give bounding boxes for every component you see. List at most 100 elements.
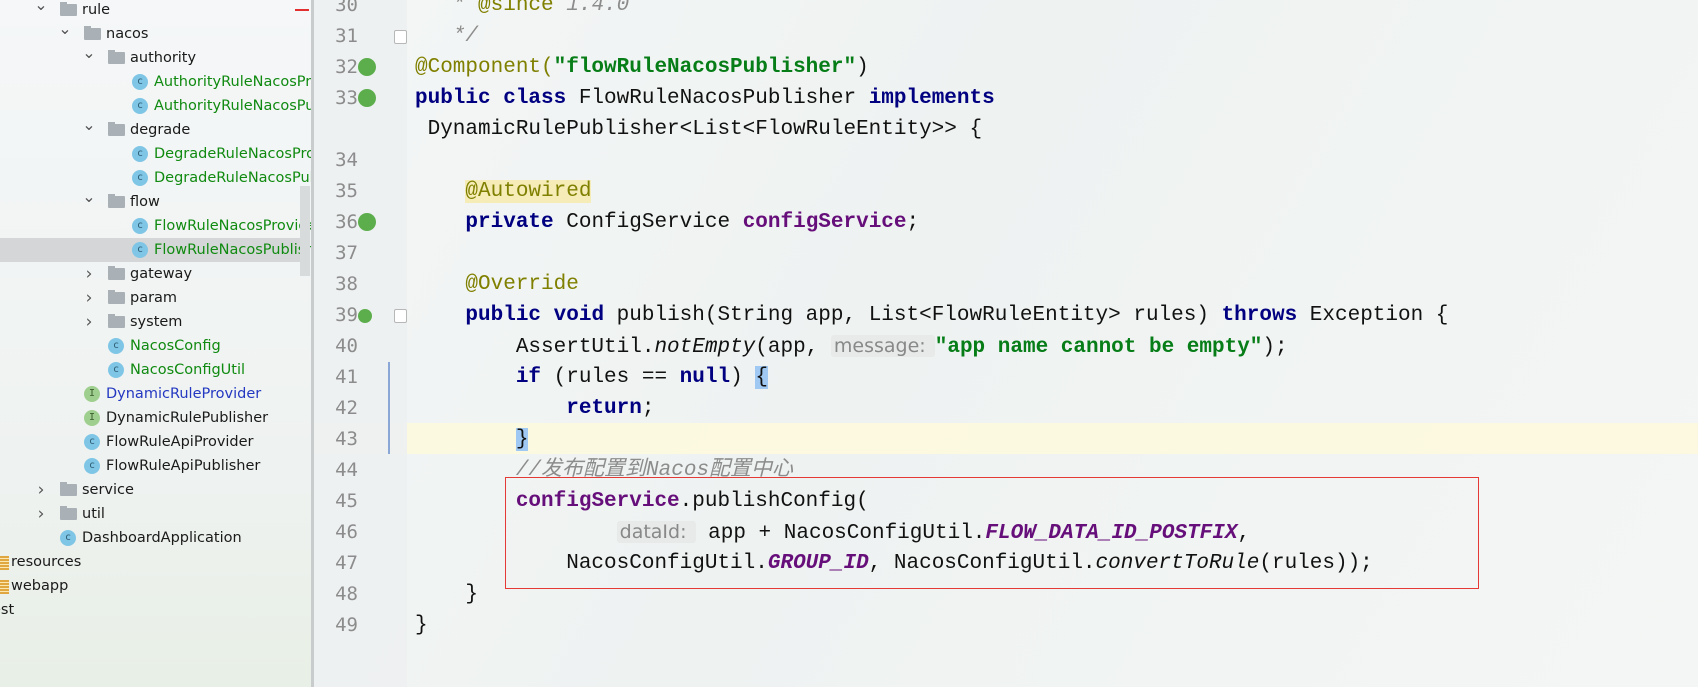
code-line[interactable]: } xyxy=(415,579,478,610)
tree-item-dynamicrulepublisher[interactable]: I DynamicRulePublisher xyxy=(0,406,311,430)
code-token: ; xyxy=(641,397,655,420)
code-line[interactable]: private ConfigService configService; xyxy=(415,207,919,238)
tree-item-gateway[interactable]: › gateway xyxy=(0,262,311,286)
tree-item-label: AuthorityRuleNacosPublisher xyxy=(154,98,311,114)
line-number: 30 xyxy=(335,0,358,16)
class-icon: c xyxy=(132,98,148,114)
fold-marker-icon[interactable] xyxy=(394,30,407,44)
tree-item-nacosconfig[interactable]: c NacosConfig xyxy=(0,334,311,358)
tree-item-label: DegradeRuleNacosProvider xyxy=(154,146,311,162)
code-token: @Component( xyxy=(415,56,554,79)
chevron-right-icon[interactable]: › xyxy=(82,262,96,286)
class-icon: c xyxy=(132,218,148,234)
code-token: "flowRuleNacosPublisher" xyxy=(553,56,857,79)
autowired-icon[interactable] xyxy=(358,213,376,231)
code-line[interactable]: public void publish(String app, List<Flo… xyxy=(415,300,1448,331)
tree-item-label: DegradeRuleNacosPublisher xyxy=(154,170,311,186)
tree-item-label: AuthorityRuleNacosProvider xyxy=(154,74,311,90)
tree-item-flowrulenacospublisher[interactable]: c FlowRuleNacosPublisher xyxy=(0,238,311,262)
tree-item-authorityrulenacospublisher[interactable]: c AuthorityRuleNacosPublisher xyxy=(0,94,311,118)
vcs-change-marker[interactable] xyxy=(388,362,390,454)
tree-item-resources[interactable]: resources xyxy=(0,550,311,574)
tree-item-label: FlowRuleApiProvider xyxy=(106,434,254,450)
line-number: 32 xyxy=(335,56,358,78)
tree-item-degrade[interactable]: ⌄ degrade xyxy=(0,115,311,142)
code-line[interactable]: AssertUtil.notEmpty(app, message: "app n… xyxy=(415,331,1288,362)
bean-icon[interactable] xyxy=(358,58,376,76)
tree-item-nacos[interactable]: ⌄ nacos xyxy=(0,19,311,46)
chevron-down-icon[interactable]: ⌄ xyxy=(34,0,48,17)
code-token: FlowRuleNacosPublisher xyxy=(578,87,869,110)
tree-item-webapp[interactable]: webapp xyxy=(0,574,311,598)
folder-icon xyxy=(108,50,125,64)
tree-item-nacosconfigutil[interactable]: c NacosConfigUtil xyxy=(0,358,311,382)
code-line[interactable]: * @since 1.4.0 xyxy=(415,0,629,21)
tree-item-flow[interactable]: ⌄ flow xyxy=(0,187,311,214)
code-line[interactable]: } xyxy=(415,610,428,641)
tree-item-label: system xyxy=(130,314,183,330)
implements-method-icon[interactable] xyxy=(358,309,372,323)
tree-item-label: gateway xyxy=(130,266,193,282)
tree-item-authority[interactable]: ⌄ authority xyxy=(0,43,311,70)
chevron-down-icon[interactable]: ⌄ xyxy=(82,185,96,209)
tree-item-flowrulenacosprovider[interactable]: c FlowRuleNacosProvider xyxy=(0,214,311,238)
code-line[interactable]: if (rules == null) { xyxy=(415,362,768,393)
code-token: public class xyxy=(415,87,579,110)
code-line[interactable]: @Override xyxy=(415,269,578,300)
code-line[interactable]: } xyxy=(415,424,529,455)
code-line[interactable]: */ xyxy=(415,21,478,52)
tree-item-rule[interactable]: ⌄ rule xyxy=(0,0,311,22)
tree-item-est[interactable]: est xyxy=(0,598,311,622)
tree-item-authorityrulenacosprovider[interactable]: c AuthorityRuleNacosProvider xyxy=(0,70,311,94)
tree-item-label: service xyxy=(82,482,134,498)
tree-item-label: param xyxy=(130,290,178,306)
tree-item-system[interactable]: › system xyxy=(0,310,311,334)
tree-item-service[interactable]: › service xyxy=(0,478,311,502)
line-number: 37 xyxy=(335,242,358,264)
line-number: 38 xyxy=(335,273,358,295)
tree-item-param[interactable]: › param xyxy=(0,286,311,310)
tree-item-degraderulenacospublisher[interactable]: c DegradeRuleNacosPublisher xyxy=(0,166,311,190)
resources-folder-icon xyxy=(0,556,9,570)
chevron-right-icon[interactable]: › xyxy=(34,478,48,502)
fold-marker-icon[interactable] xyxy=(394,309,407,323)
code-token: return xyxy=(566,397,642,420)
folder-icon xyxy=(108,290,125,304)
tree-item-label: est xyxy=(0,602,15,618)
chevron-down-icon[interactable]: ⌄ xyxy=(82,41,96,65)
chevron-down-icon[interactable]: ⌄ xyxy=(58,17,72,41)
code-line[interactable]: DynamicRulePublisher<List<FlowRuleEntity… xyxy=(415,114,983,145)
code-line[interactable]: public class FlowRuleNacosPublisher impl… xyxy=(415,83,995,114)
folder-icon xyxy=(108,122,125,136)
line-number: 43 xyxy=(335,428,358,450)
code-line[interactable]: @Autowired xyxy=(415,176,592,207)
folder-icon xyxy=(60,482,77,496)
tree-item-label: webapp xyxy=(11,578,69,594)
tree-item-util[interactable]: › util xyxy=(0,502,311,526)
tree-item-label: FlowRuleNacosProvider xyxy=(154,218,311,234)
line-number: 47 xyxy=(335,552,358,574)
chevron-down-icon[interactable]: ⌄ xyxy=(82,113,96,137)
code-token: * xyxy=(415,0,479,17)
code-token: ; xyxy=(906,211,920,234)
code-token: ConfigService xyxy=(566,211,743,234)
tree-item-dynamicruleprovider[interactable]: I DynamicRuleProvider xyxy=(0,382,311,406)
folder-icon xyxy=(108,266,125,280)
tree-item-dashboardapplication[interactable]: c DashboardApplication xyxy=(0,526,311,550)
sidebar-scrollbar[interactable] xyxy=(300,186,310,276)
chevron-right-icon[interactable]: › xyxy=(82,286,96,310)
chevron-right-icon[interactable]: › xyxy=(34,502,48,526)
tree-item-label: NacosConfig xyxy=(130,338,221,354)
tree-item-flowruleapiprovider[interactable]: c FlowRuleApiProvider xyxy=(0,430,311,454)
class-icon: c xyxy=(132,170,148,186)
tree-item-flowruleapipublisher[interactable]: c FlowRuleApiPublisher xyxy=(0,454,311,478)
tree-item-degraderulenacosprovider[interactable]: c DegradeRuleNacosProvider xyxy=(0,142,311,166)
bean-class-icon[interactable] xyxy=(358,89,376,107)
code-line[interactable]: return; xyxy=(415,393,654,424)
line-number-gutter: 30 31 32 33 34 35 36 37 38 39 40 41 42 43 44 45 46 47 48 49 xyxy=(311,0,407,687)
chevron-right-icon[interactable]: › xyxy=(82,310,96,334)
code-line[interactable]: @Component("flowRuleNacosPublisher") xyxy=(415,52,869,83)
